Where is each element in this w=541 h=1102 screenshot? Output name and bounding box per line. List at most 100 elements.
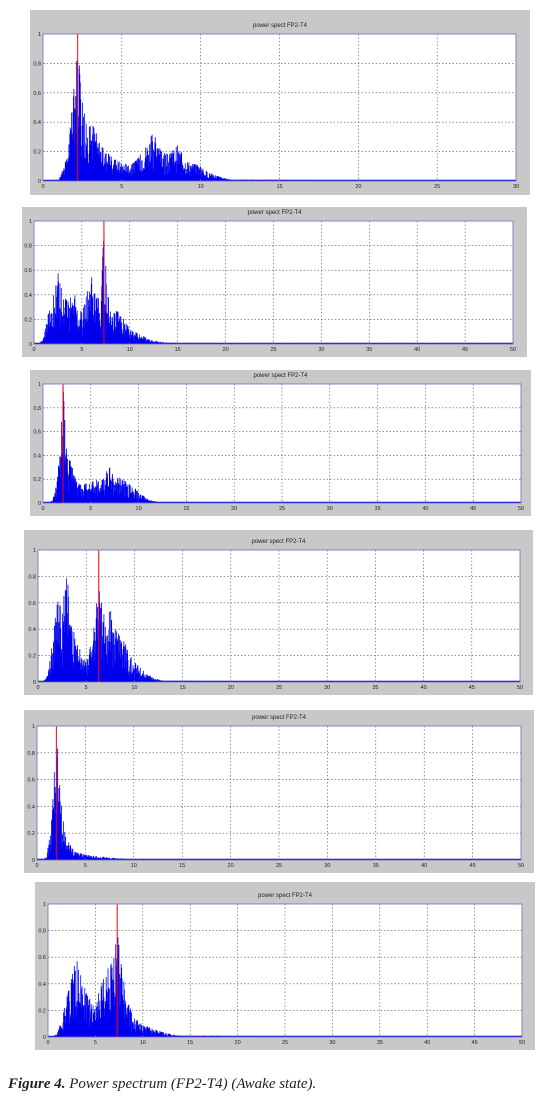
y-tick-label: 0: [29, 342, 32, 348]
chart-svg: 0 5 10 15 20 25 30 35 40 45 50 0 0.2 0.4 0.6 0.8 1: [27, 724, 524, 869]
x-tick-label: 50: [518, 863, 524, 869]
x-tick-label: 30: [329, 1040, 335, 1046]
chart-panel: power spect FP2-T4 0 5 10 15 20 25 30 0 0.2 0.4 0.6…: [30, 10, 530, 195]
x-tick-label: 20: [223, 347, 229, 353]
x-tick-label: 40: [421, 863, 427, 869]
y-tick-label: 0.2: [33, 150, 41, 156]
chart-svg: 0 5 10 15 20 25 30 0 0.2 0.4 0.6 0.8 1: [33, 32, 519, 190]
chart-panel: power spect FP2-T4 0 5 10 15 20 25 30 35 40 45 50 0 0…: [24, 530, 533, 695]
y-tick-label: 0.4: [24, 293, 32, 299]
chart-panel: power spect FP2-T4 0 5 10 15 20 25 30 35 40 45 50 0 0…: [24, 710, 534, 873]
x-tick-label: 5: [85, 685, 88, 691]
y-tick-label: 0.2: [24, 317, 32, 323]
figure-caption-text: Power spectrum (FP2-T4) (Awake state).: [65, 1076, 317, 1092]
x-tick-label: 10: [127, 347, 133, 353]
y-tick-label: 0.4: [33, 453, 41, 459]
x-tick-label: 40: [414, 347, 420, 353]
y-tick-label: 0.8: [33, 406, 41, 412]
x-tick-label: 45: [469, 685, 475, 691]
x-tick-label: 5: [120, 184, 123, 190]
x-tick-label: 35: [375, 506, 381, 512]
y-tick-label: 0.8: [38, 929, 46, 935]
y-tick-label: 0: [38, 501, 41, 507]
y-tick-label: 0.2: [27, 831, 35, 837]
x-tick-label: 15: [183, 506, 189, 512]
y-tick-label: 1: [32, 724, 35, 730]
y-tick-label: 0: [38, 179, 41, 185]
y-tick-label: 0: [32, 858, 35, 864]
y-tick-label: 1: [38, 32, 41, 38]
x-tick-label: 5: [80, 347, 83, 353]
chart-panel: power spect FP2-T4 0 5 10 15 20 25 30 35 40 45 50 0 0…: [30, 370, 531, 516]
x-tick-label: 30: [513, 184, 519, 190]
y-tick-label: 1: [33, 548, 36, 554]
x-tick-label: 40: [421, 685, 427, 691]
x-tick-label: 15: [175, 347, 181, 353]
y-tick-label: 0.2: [33, 477, 41, 483]
chart-svg: 0 5 10 15 20 25 30 35 40 45 50 0 0.2 0.4 0.6 0.8 1: [38, 902, 525, 1046]
x-tick-label: 25: [279, 506, 285, 512]
y-tick-label: 0.6: [27, 778, 35, 784]
x-tick-label: 0: [36, 685, 39, 691]
x-tick-label: 20: [231, 506, 237, 512]
x-tick-label: 20: [228, 863, 234, 869]
x-tick-label: 5: [89, 506, 92, 512]
y-tick-label: 0.6: [38, 955, 46, 961]
x-tick-label: 40: [424, 1040, 430, 1046]
y-tick-label: 0.6: [33, 91, 41, 97]
y-tick-label: 0.4: [28, 627, 36, 633]
y-tick-label: 0.6: [28, 601, 36, 607]
figure-label: Figure 4.: [8, 1076, 66, 1092]
x-tick-label: 10: [140, 1040, 146, 1046]
x-tick-label: 45: [462, 347, 468, 353]
y-tick-label: 0.6: [33, 430, 41, 436]
y-tick-label: 0.2: [28, 654, 36, 660]
y-tick-label: 0.8: [24, 244, 32, 250]
x-tick-label: 0: [41, 184, 44, 190]
x-tick-label: 5: [94, 1040, 97, 1046]
x-tick-label: 15: [276, 184, 282, 190]
y-tick-label: 0.4: [27, 804, 35, 810]
x-tick-label: 50: [510, 347, 516, 353]
x-tick-label: 30: [327, 506, 333, 512]
y-tick-label: 0.2: [38, 1008, 46, 1014]
x-tick-label: 50: [517, 685, 523, 691]
x-tick-label: 25: [276, 685, 282, 691]
x-tick-label: 35: [377, 1040, 383, 1046]
x-tick-label: 10: [136, 506, 142, 512]
y-tick-label: 0: [33, 680, 36, 686]
x-tick-label: 10: [131, 863, 137, 869]
x-tick-label: 35: [373, 863, 379, 869]
x-tick-label: 15: [180, 685, 186, 691]
x-tick-label: 30: [324, 685, 330, 691]
x-tick-label: 45: [470, 506, 476, 512]
x-tick-label: 0: [41, 506, 44, 512]
x-tick-label: 30: [324, 863, 330, 869]
x-tick-label: 20: [228, 685, 234, 691]
x-tick-label: 20: [355, 184, 361, 190]
y-tick-label: 0.4: [33, 120, 41, 126]
chart-panel: power spect FP2-T4 0 5 10 15 20 25 30 35 40 45 50 0 0…: [35, 882, 535, 1050]
x-tick-label: 0: [35, 863, 38, 869]
y-tick-label: 1: [38, 382, 41, 388]
x-tick-label: 15: [187, 1040, 193, 1046]
y-tick-label: 0.8: [28, 574, 36, 580]
x-tick-label: 30: [318, 347, 324, 353]
y-tick-label: 1: [29, 219, 32, 225]
x-tick-label: 25: [282, 1040, 288, 1046]
y-tick-label: 0: [43, 1035, 46, 1041]
x-tick-label: 35: [366, 347, 372, 353]
y-tick-label: 0.6: [24, 268, 32, 274]
x-tick-label: 50: [519, 1040, 525, 1046]
x-tick-label: 45: [472, 1040, 478, 1046]
x-tick-label: 5: [84, 863, 87, 869]
x-tick-label: 0: [46, 1040, 49, 1046]
x-tick-label: 15: [179, 863, 185, 869]
x-tick-label: 10: [131, 685, 137, 691]
x-tick-label: 35: [372, 685, 378, 691]
y-tick-label: 0.8: [27, 751, 35, 757]
y-tick-label: 0.8: [33, 61, 41, 67]
chart-svg: 0 5 10 15 20 25 30 35 40 45 50 0 0.2 0.4 0.6 0.8 1: [33, 382, 524, 512]
x-tick-label: 40: [422, 506, 428, 512]
x-tick-label: 0: [32, 347, 35, 353]
